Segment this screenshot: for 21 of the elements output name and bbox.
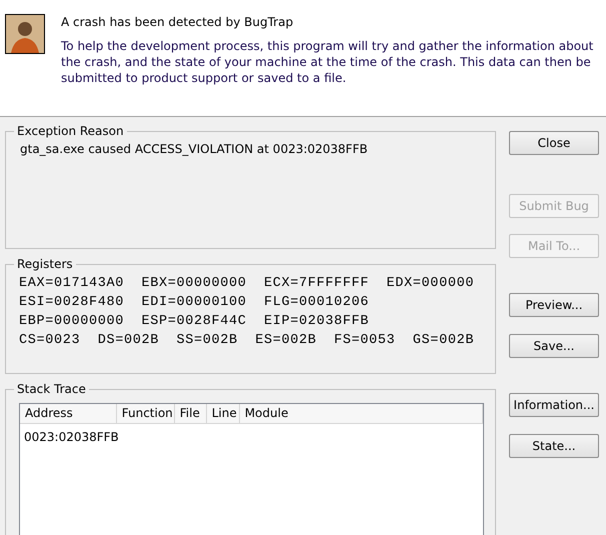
dialog-button[interactable]: Save...: [509, 334, 599, 358]
column-header[interactable]: Module: [240, 404, 483, 423]
register-line: EAX=017143A0 EBX=00000000 ECX=7FFFFFFF EDX=000000: [19, 275, 476, 293]
dialog-button[interactable]: Preview...: [509, 293, 599, 317]
register-line: EBP=00000000 ESP=0028F44C EIP=02038FFB: [19, 313, 370, 331]
dialog-button[interactable]: State...: [509, 434, 599, 458]
table-cell-text: 0023:02038FFB: [23, 429, 117, 445]
avatar-silhouette-icon: [5, 14, 45, 54]
column-header[interactable]: Function: [116, 404, 175, 423]
header-description: To help the development process, this program will try and gather the information about the crash, and the state of your machine at the time of the crash. This data can then be submitted to product support or saved to a file.: [61, 38, 594, 86]
header-title: A crash has been detected by BugTrap: [61, 14, 294, 30]
dialog-button[interactable]: Information...: [509, 393, 599, 417]
column-header[interactable]: File: [174, 404, 207, 423]
column-header[interactable]: Address: [20, 404, 117, 423]
exception-text: gta_sa.exe caused ACCESS_VIOLATION at 0023:02038FFB: [19, 142, 369, 156]
register-line: ESI=0028F480 EDI=00000100 FLG=00010206: [19, 294, 370, 312]
register-line: CS=0023 DS=002B SS=002B ES=002B FS=0053 GS=002B: [19, 332, 476, 350]
column-header[interactable]: Line: [206, 404, 240, 423]
group-label: Exception Reason: [14, 124, 127, 139]
group-label: Registers: [14, 257, 76, 272]
dialog-button[interactable]: Close: [509, 131, 599, 155]
